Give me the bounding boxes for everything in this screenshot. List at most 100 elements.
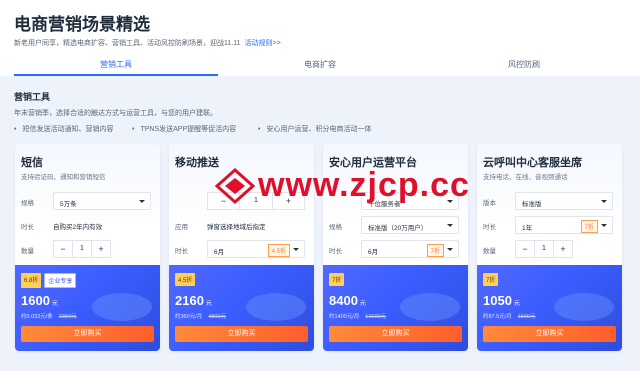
quantity-row: 数量 −1 + [483,240,619,258]
price-unit: 元 [359,301,366,307]
per-price: 约1400元/月 [329,314,360,320]
spec-row: 规格 5万条 [21,192,157,210]
price-value: 1600 [21,293,50,308]
quantity-label: 数量 [21,248,34,255]
quantity-value[interactable]: 1 [72,241,92,257]
price-value: 1050 [483,293,512,308]
version-value: 标准版 [522,201,542,208]
unit-price: 约360元/月 4800元 [175,312,226,320]
original-price: 12000元 [365,314,387,320]
chevron-down-icon [447,224,453,227]
app-label: 应用 [175,224,188,231]
chevron-down-icon [293,248,299,251]
duration-value: 6月 [214,249,225,256]
enterprise-badge: 企业专享 [44,273,77,288]
price: 2160 元 [175,293,212,308]
price-unit: 元 [205,301,212,307]
buy-button[interactable]: 立即购买 [175,326,308,342]
chevron-down-icon [139,200,145,203]
decoration [554,293,614,321]
product-card-sms: 短信 支持验证码、通知和营销短信 规格 5万条 时长 自购买2年内有效 数量 −… [15,144,160,351]
version-select[interactable]: 标准版 [515,192,613,210]
rules-link[interactable]: 活动规则>> [244,40,280,47]
price-unit: 元 [513,301,520,307]
discount-tag: 7折 [580,220,598,233]
discount-tag: 7折 [426,244,444,257]
chevron-down-icon [601,200,607,203]
original-price: 2350元 [58,314,77,320]
section-desc: 年末营销季，选择合适的触达方式与运营工具，与您的用户建联。 [14,110,217,117]
plus-button[interactable]: + [554,241,572,257]
price-panel: 7折 1050 元 约87.5元/月 1500元 立即购买 [477,265,622,351]
duration-value: 自购买2年内有效 [53,224,103,231]
duration-select[interactable]: 1年 7折 [515,216,613,234]
original-price: 1500元 [517,314,536,320]
watermark-text: www.zjcp.cc [258,166,470,204]
page-header: 电商营销场景精选 新老用户同享，精选电商扩容、营销工具、活动风控防刷场景，迎战1… [0,0,640,76]
discount-badge: 7折 [483,273,499,286]
bullet-item: 安心用户运营、积分电商活动一体 [258,124,371,134]
unit-price: 约0.032元/条 2350元 [21,312,77,320]
quantity-stepper: −1 + [515,240,573,258]
card-title: 云呼叫中心客服坐席 [483,157,582,169]
version-row: 版本 标准版 [483,192,619,210]
price-panel: 4.5折 2160 元 约360元/月 4800元 立即购买 [169,265,314,351]
watermark-icon [215,168,255,204]
duration-row: 时长 6月 4.5折 [175,240,311,258]
card-desc: 支持电话、在线、音视频通话 [483,174,568,181]
duration-select[interactable]: 6月 4.5折 [207,240,305,258]
subtitle-text: 新老用户同享，精选电商扩容、营销工具、活动风控防刷场景，迎战11.11 [14,40,241,47]
quantity-label: 数量 [483,248,496,255]
duration-row: 时长 6月 7折 [329,240,465,258]
spec-label: 规格 [329,224,342,231]
quantity-row: 数量 −1 + [21,240,157,258]
decoration [400,293,460,321]
price-panel: 7折 8400 元 约1400元/月 12000元 立即购买 [323,265,468,351]
bullet-item: TPNS发送APP提醒等促活内容 [132,124,236,134]
minus-button[interactable]: − [516,241,534,257]
spec-select[interactable]: 标准版（20万用户） [361,216,459,234]
buy-button[interactable]: 立即购买 [21,326,154,342]
buy-button[interactable]: 立即购买 [329,326,462,342]
discount-badge: 7折 [329,273,345,286]
duration-row: 时长 自购买2年内有效 [21,216,157,234]
tab-ecommerce-scaling[interactable]: 电商扩容 [218,56,422,76]
discount-badge: 4.5折 [175,273,196,286]
price: 8400 元 [329,293,366,308]
quantity-value[interactable]: 1 [534,241,554,257]
price-panel: 6.8折 企业专享 1600 元 约0.032元/条 2350元 立即购买 [15,265,160,351]
price-value: 8400 [329,293,358,308]
unit-price: 约1400元/月 12000元 [329,312,386,320]
card-title: 移动推送 [175,157,219,169]
tab-risk-control[interactable]: 风控防刷 [422,56,626,76]
discount-tag: 4.5折 [267,244,290,257]
tab-marketing-tools[interactable]: 营销工具 [14,56,218,76]
quantity-stepper: −1 + [53,240,111,258]
spec-select[interactable]: 5万条 [53,192,151,210]
duration-label: 时长 [329,248,342,255]
duration-label: 时长 [175,248,188,255]
app-value: 弹窗选择地域后指定 [207,224,266,231]
chevron-down-icon [447,248,453,251]
spec-label: 规格 [21,200,34,207]
duration-value: 1年 [522,225,533,232]
duration-row: 时长 1年 7折 [483,216,619,234]
minus-button[interactable]: − [54,241,72,257]
price-value: 2160 [175,293,204,308]
duration-label: 时长 [21,224,34,231]
per-price: 约360元/月 [175,314,203,320]
badges: 7折 [483,273,499,286]
card-title: 短信 [21,157,43,169]
product-card-call-center: 云呼叫中心客服坐席 支持电话、在线、音视频通话 版本 标准版 时长 1年 7折 数… [477,144,622,351]
per-price: 约87.5元/月 [483,314,512,320]
decoration [92,293,152,321]
page-subtitle: 新老用户同享，精选电商扩容、营销工具、活动风控防刷场景，迎战11.11 活动规则>… [14,38,281,48]
original-price: 4800元 [208,314,226,320]
app-row: 应用 弹窗选择地域后指定 [175,216,311,234]
plus-button[interactable]: + [92,241,110,257]
buy-button[interactable]: 立即购买 [483,326,616,342]
duration-select[interactable]: 6月 7折 [361,240,459,258]
scenario-tabs: 营销工具 电商扩容 风控防刷 [14,56,626,76]
duration-value: 6月 [368,249,379,256]
price: 1050 元 [483,293,520,308]
